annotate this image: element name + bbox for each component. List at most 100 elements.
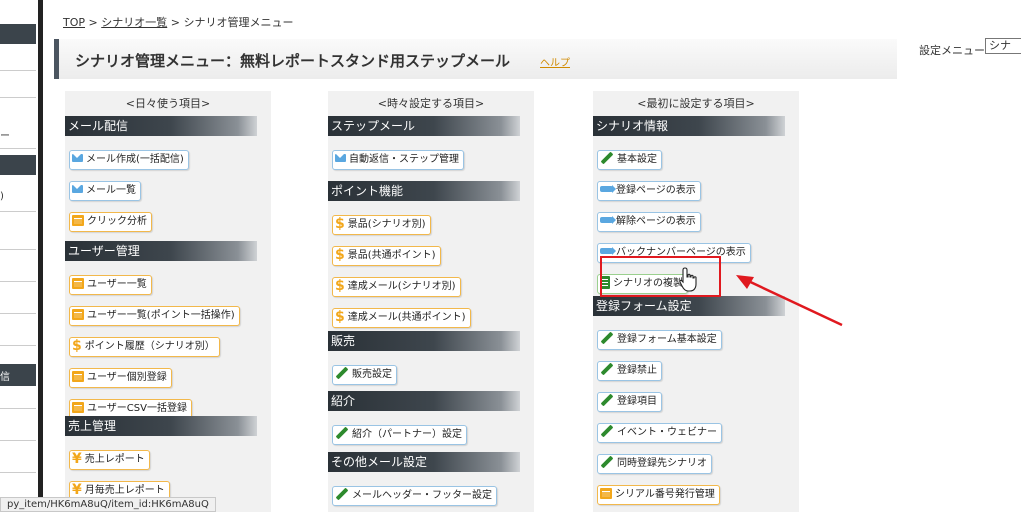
pencil-icon: [600, 331, 614, 345]
dollar-icon: $: [335, 278, 345, 294]
breadcrumb-scenario-list-link[interactable]: シナリオ一覧: [101, 16, 167, 29]
menu-column: <日々使う項目> メール配信メール作成(一括配信) メール一覧クリック分析ユーザー管…: [65, 91, 271, 512]
menu-button[interactable]: 自動返信・ステップ管理: [332, 150, 464, 170]
settings-menu-select[interactable]: シナ: [985, 38, 1021, 54]
calendar-icon: [600, 487, 612, 499]
calendar-icon: [72, 401, 84, 413]
dollar-icon: $: [72, 338, 82, 354]
menu-button[interactable]: 同時登録先シナリオ: [597, 454, 712, 474]
mail-icon: [335, 154, 346, 162]
pencil-icon: [600, 393, 614, 407]
menu-button[interactable]: 販売設定: [332, 365, 397, 385]
menu-button[interactable]: 紹介（パートナー）設定: [332, 425, 467, 445]
section-header: シナリオ情報: [593, 116, 785, 136]
menu-button-label: 月毎売上レポート: [84, 485, 165, 496]
menu-button[interactable]: イベント・ウェビナー: [597, 423, 722, 443]
red-arrow-icon: [736, 275, 843, 327]
sidebar-divider: [0, 345, 36, 346]
menu-button-label: 登録フォーム基本設定: [617, 334, 717, 345]
pencil-icon: [600, 455, 614, 469]
menu-button[interactable]: $ 達成メール(シナリオ別): [332, 277, 461, 297]
menu-button[interactable]: ユーザー一覧: [69, 275, 152, 295]
column-heading: <日々使う項目>: [125, 97, 211, 110]
calendar-icon: [72, 308, 84, 320]
breadcrumb-separator: >: [88, 16, 98, 29]
menu-button[interactable]: 基本設定: [597, 150, 662, 170]
calendar-icon: [72, 277, 84, 289]
section-header: ユーザー管理: [65, 241, 257, 261]
sidebar-divider: [0, 408, 36, 409]
menu-button-label: 基本設定: [617, 154, 657, 165]
section-header: 売上管理: [65, 416, 257, 436]
menu-button-label: メールヘッダー・フッター設定: [352, 490, 492, 501]
menu-button-label: クリック分析: [87, 216, 147, 227]
breadcrumb-current: シナリオ管理メニュー: [183, 16, 294, 29]
section-header: その他メール設定: [328, 452, 520, 472]
menu-button[interactable]: ユーザー個別登録: [69, 368, 172, 388]
menu-button[interactable]: $ 達成メール(共通ポイント): [332, 308, 471, 328]
menu-button-label: 達成メール(共通ポイント): [347, 312, 466, 323]
menu-button-label: シリアル番号発行管理: [615, 489, 715, 500]
menu-button-label: 登録禁止: [617, 365, 657, 376]
menu-button-label: ユーザー個別登録: [87, 372, 167, 383]
menu-button-label: イベント・ウェビナー: [617, 427, 717, 438]
menu-button-label: 達成メール(シナリオ別): [347, 281, 456, 292]
column-heading: <時々設定する項目>: [377, 97, 485, 110]
sidebar-item-text: 信: [0, 372, 10, 383]
sidebar-item-text[interactable]: ): [0, 191, 4, 202]
dollar-icon: $: [335, 216, 345, 232]
pencil-icon: [600, 151, 614, 165]
sidebar-divider: [0, 472, 36, 473]
menu-button-label: 登録ページの表示: [616, 185, 696, 196]
sidebar-divider: [0, 211, 36, 212]
menu-button[interactable]: 登録項目: [597, 392, 662, 412]
menu-button-label: 売上レポート: [84, 454, 145, 465]
yen-icon: ¥: [72, 451, 82, 467]
menu-button[interactable]: $ 景品(共通ポイント): [332, 246, 441, 266]
section-header: メール配信: [65, 116, 257, 136]
yen-icon: ¥: [72, 482, 82, 498]
menu-button-label: 景品(シナリオ別): [347, 219, 426, 230]
section-header: ステップメール: [328, 116, 520, 136]
arrow-icon: [600, 216, 616, 224]
menu-button[interactable]: ユーザー一覧(ポイント一括操作): [69, 306, 240, 326]
section-header: ポイント機能: [328, 181, 520, 201]
menu-button-label: 販売設定: [352, 369, 392, 380]
menu-button[interactable]: クリック分析: [69, 212, 152, 232]
arrow-icon: [600, 247, 616, 255]
menu-button[interactable]: シリアル番号発行管理: [597, 485, 720, 505]
menu-button[interactable]: 登録禁止: [597, 361, 662, 381]
menu-button-label: 自動返信・ステップ管理: [349, 154, 459, 165]
menu-button-label: メール一覧: [86, 185, 136, 196]
sidebar-item-text[interactable]: ー: [0, 127, 10, 142]
status-bar-url: py_item/HK6mA8uQ/item_id:HK6mA8uQ: [0, 497, 216, 512]
column-heading: <最初に設定する項目>: [637, 97, 755, 110]
menu-button[interactable]: メール作成(一括配信): [69, 150, 189, 170]
calendar-icon: [72, 214, 84, 226]
sidebar-section-bar: 信: [0, 364, 36, 386]
menu-button-label: ユーザー一覧: [87, 279, 147, 290]
pencil-icon: [600, 424, 614, 438]
arrow-icon: [600, 185, 616, 193]
menu-button[interactable]: ¥ 売上レポート: [69, 450, 150, 470]
menu-button[interactable]: メールヘッダー・フッター設定: [332, 486, 497, 506]
breadcrumb-top-link[interactable]: TOP: [63, 16, 85, 29]
menu-button-label: 紹介（パートナー）設定: [352, 429, 462, 440]
menu-button[interactable]: 登録ページの表示: [597, 181, 701, 201]
menu-button-label: ユーザー一覧(ポイント一括操作): [87, 310, 235, 321]
menu-button[interactable]: $ ポイント履歴（シナリオ別）: [69, 337, 220, 357]
menu-button[interactable]: 登録フォーム基本設定: [597, 330, 722, 350]
dollar-icon: $: [335, 309, 345, 325]
calendar-icon: [72, 370, 84, 382]
settings-menu-label: 設定メニュー: [919, 44, 985, 57]
help-link[interactable]: ヘルプ: [540, 54, 570, 69]
sidebar-border: [38, 0, 43, 512]
menu-button[interactable]: $ 景品(シナリオ別): [332, 215, 431, 235]
sidebar-divider: [0, 281, 36, 282]
mail-icon: [72, 154, 83, 162]
menu-button[interactable]: メール一覧: [69, 181, 141, 201]
pencil-icon: [600, 362, 614, 376]
hand-cursor-icon: [679, 267, 697, 292]
menu-button[interactable]: 解除ページの表示: [597, 212, 701, 232]
left-sidebar: ー ) 信: [0, 0, 38, 512]
